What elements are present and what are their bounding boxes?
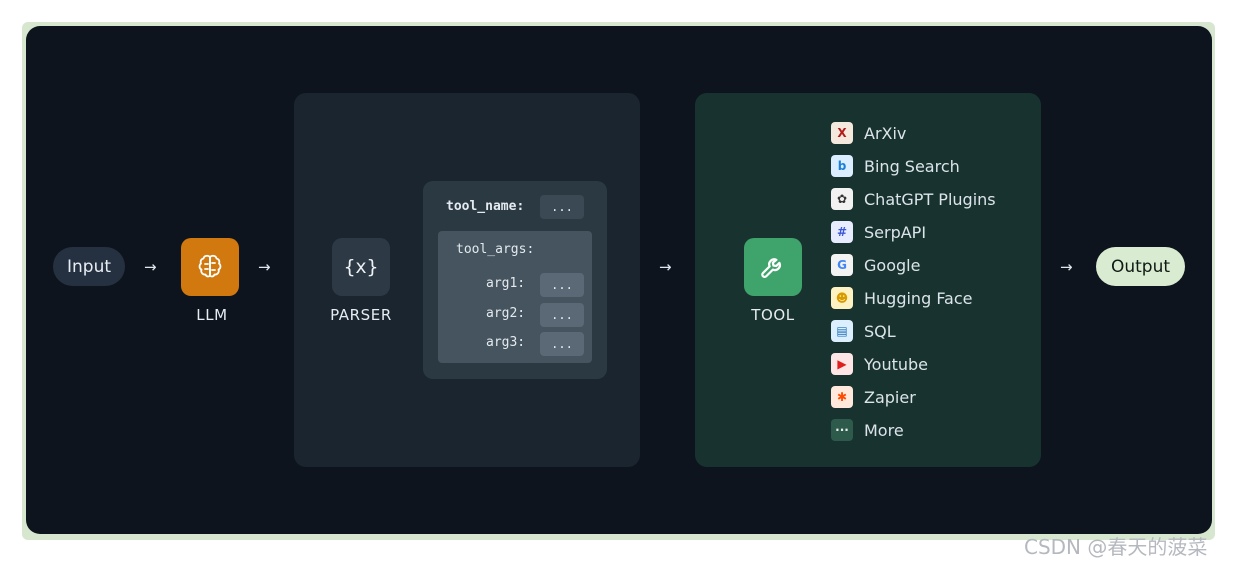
tool-name: ChatGPT Plugins	[864, 189, 996, 209]
tool-item-serpapi: # SerpAPI	[831, 220, 926, 244]
tool-item-zapier: ✱ Zapier	[831, 385, 916, 409]
parser-variable-icon: {x}	[332, 238, 390, 296]
tool-item-hugging-face: ☻ Hugging Face	[831, 286, 973, 310]
youtube-icon: ▶	[831, 353, 853, 375]
tool-name: Google	[864, 255, 921, 275]
arg-1-key: arg1:	[486, 276, 526, 291]
arxiv-icon: X	[831, 122, 853, 144]
tool-item-arxiv: X ArXiv	[831, 121, 906, 145]
tool-name-value: ...	[540, 195, 584, 219]
tool-name-key: tool_name:	[446, 199, 525, 214]
bing-icon: b	[831, 155, 853, 177]
brain-icon	[198, 254, 222, 278]
tool-item-youtube: ▶ Youtube	[831, 352, 928, 376]
sql-icon: ▤	[831, 320, 853, 342]
arrow-input-llm: →	[144, 258, 157, 276]
tool-label: TOOL	[751, 306, 795, 324]
more-icon: ···	[831, 419, 853, 441]
tool-name: ArXiv	[864, 123, 907, 143]
google-icon: G	[831, 254, 853, 276]
tool-item-chatgpt-plugins: ✿ ChatGPT Plugins	[831, 187, 996, 211]
tool-item-google: G Google	[831, 253, 920, 277]
wrench-icon	[761, 258, 781, 278]
arg-1-value: ...	[540, 273, 584, 297]
tool-item-more: ··· More	[831, 418, 904, 442]
tool-icon-box	[744, 238, 802, 296]
watermark: CSDN @春天的菠菜	[1024, 535, 1208, 559]
tool-name: Hugging Face	[864, 288, 973, 308]
arg-2-value: ...	[540, 303, 584, 327]
parser-label: PARSER	[330, 306, 392, 324]
tool-name: Bing Search	[864, 156, 960, 176]
arrow-llm-parser: →	[258, 258, 271, 276]
tool-args-key: tool_args:	[456, 242, 535, 257]
hugging-face-icon: ☻	[831, 287, 853, 309]
arg-3-key: arg3:	[486, 335, 526, 350]
input-node: Input	[53, 247, 125, 286]
llm-icon-box	[181, 238, 239, 296]
arg-3-value: ...	[540, 332, 584, 356]
output-node: Output	[1096, 247, 1185, 286]
tool-name: Youtube	[864, 354, 928, 374]
arrow-parser-tool: →	[659, 258, 672, 276]
tool-name: SerpAPI	[864, 222, 927, 242]
arrow-tool-output: →	[1060, 258, 1073, 276]
tool-name: SQL	[864, 321, 896, 341]
zapier-icon: ✱	[831, 386, 853, 408]
tool-item-bing: b Bing Search	[831, 154, 960, 178]
serpapi-icon: #	[831, 221, 853, 243]
tool-name: More	[864, 420, 904, 440]
tool-name: Zapier	[864, 387, 916, 407]
llm-label: LLM	[196, 306, 228, 324]
tool-item-sql: ▤ SQL	[831, 319, 896, 343]
openai-icon: ✿	[831, 188, 853, 210]
arg-2-key: arg2:	[486, 306, 526, 321]
